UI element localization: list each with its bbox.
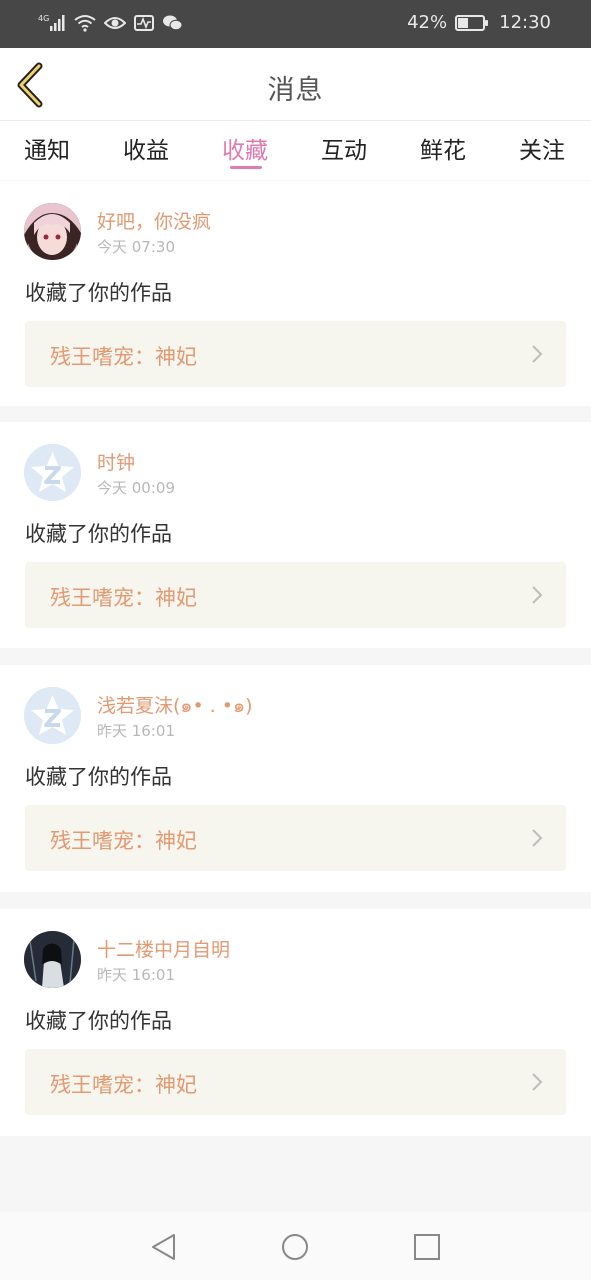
eye-icon: [104, 17, 126, 29]
tab-following[interactable]: 关注: [519, 131, 565, 165]
notification-card: 时钟 今天 00:09 收藏了你的作品 残王嗜宠：神妃: [0, 422, 591, 648]
clock: 12:30: [499, 12, 551, 33]
wechat-icon: [163, 15, 183, 31]
work-title: 残王嗜宠：神妃: [50, 586, 197, 610]
action-text: 收藏了你的作品: [25, 281, 172, 305]
avatar[interactable]: [24, 203, 81, 260]
tab-notifications[interactable]: 通知: [24, 131, 70, 165]
action-text: 收藏了你的作品: [25, 1009, 172, 1033]
action-text: 收藏了你的作品: [25, 522, 172, 546]
chevron-right-icon: [532, 1073, 543, 1091]
work-title: 残王嗜宠：神妃: [50, 345, 197, 369]
battery-level-fill: [458, 17, 469, 28]
status-bar: 4G 42% 12:30: [0, 0, 591, 48]
header: 消息: [0, 48, 591, 121]
square-recents-icon[interactable]: [412, 1232, 442, 1262]
username[interactable]: 时钟: [97, 448, 135, 475]
chevron-right-icon: [532, 345, 543, 363]
battery-icon: [455, 14, 489, 31]
status-icons-left: 4G: [38, 13, 184, 33]
default-star-avatar-icon: [24, 444, 81, 501]
work-title: 残王嗜宠：神妃: [50, 1073, 197, 1097]
wifi-icon: [74, 15, 96, 32]
battery-percent: 42%: [407, 12, 448, 33]
username[interactable]: 十二楼中月自明: [97, 935, 230, 962]
work-link[interactable]: 残王嗜宠：神妃: [25, 805, 566, 871]
avatar[interactable]: [24, 444, 81, 501]
circle-home-icon[interactable]: [280, 1232, 310, 1262]
active-tab-indicator: [230, 166, 262, 169]
page-title: 消息: [267, 75, 324, 106]
network-label: 4G: [38, 14, 49, 23]
timestamp: 今天 00:09: [97, 479, 175, 497]
timestamp: 今天 07:30: [97, 238, 175, 256]
notification-card: 浅若夏沫(๑• . •๑) 昨天 16:01 收藏了你的作品 残王嗜宠：神妃: [0, 665, 591, 892]
username[interactable]: 浅若夏沫(๑• . •๑): [97, 691, 252, 721]
username[interactable]: 好吧，你没疯: [97, 207, 211, 234]
notification-card: 好吧，你没疯 今天 07:30 收藏了你的作品 残王嗜宠：神妃: [0, 181, 591, 406]
action-text: 收藏了你的作品: [25, 765, 172, 789]
status-icons-right: 42% 12:30: [407, 12, 551, 33]
triangle-back-icon[interactable]: [149, 1232, 179, 1262]
work-link[interactable]: 残王嗜宠：神妃: [25, 321, 566, 387]
tab-flowers[interactable]: 鲜花: [420, 131, 466, 165]
avatar[interactable]: [24, 687, 81, 744]
signal-icon: 4G: [38, 14, 65, 31]
work-link[interactable]: 残王嗜宠：神妃: [25, 562, 566, 628]
default-star-avatar-icon: [24, 687, 81, 744]
timestamp: 昨天 16:01: [97, 966, 175, 984]
tab-bar: 通知 收益 收藏 互动 鲜花 关注: [0, 121, 591, 180]
work-link[interactable]: 残王嗜宠：神妃: [25, 1049, 566, 1115]
work-title: 残王嗜宠：神妃: [50, 829, 197, 853]
tab-favorites[interactable]: 收藏: [222, 131, 268, 165]
dark-portrait-avatar-icon: [24, 931, 81, 988]
activity-icon: [134, 15, 154, 31]
tab-interactions[interactable]: 互动: [321, 131, 367, 165]
timestamp: 昨天 16:01: [97, 722, 175, 740]
notification-card: 十二楼中月自明 昨天 16:01 收藏了你的作品 残王嗜宠：神妃: [0, 909, 591, 1136]
chevron-right-icon: [532, 829, 543, 847]
tab-earnings[interactable]: 收益: [123, 131, 169, 165]
anime-girl-avatar-icon: [24, 203, 81, 260]
avatar[interactable]: [24, 931, 81, 988]
chevron-right-icon: [532, 586, 543, 604]
system-nav-bar: [0, 1212, 591, 1280]
